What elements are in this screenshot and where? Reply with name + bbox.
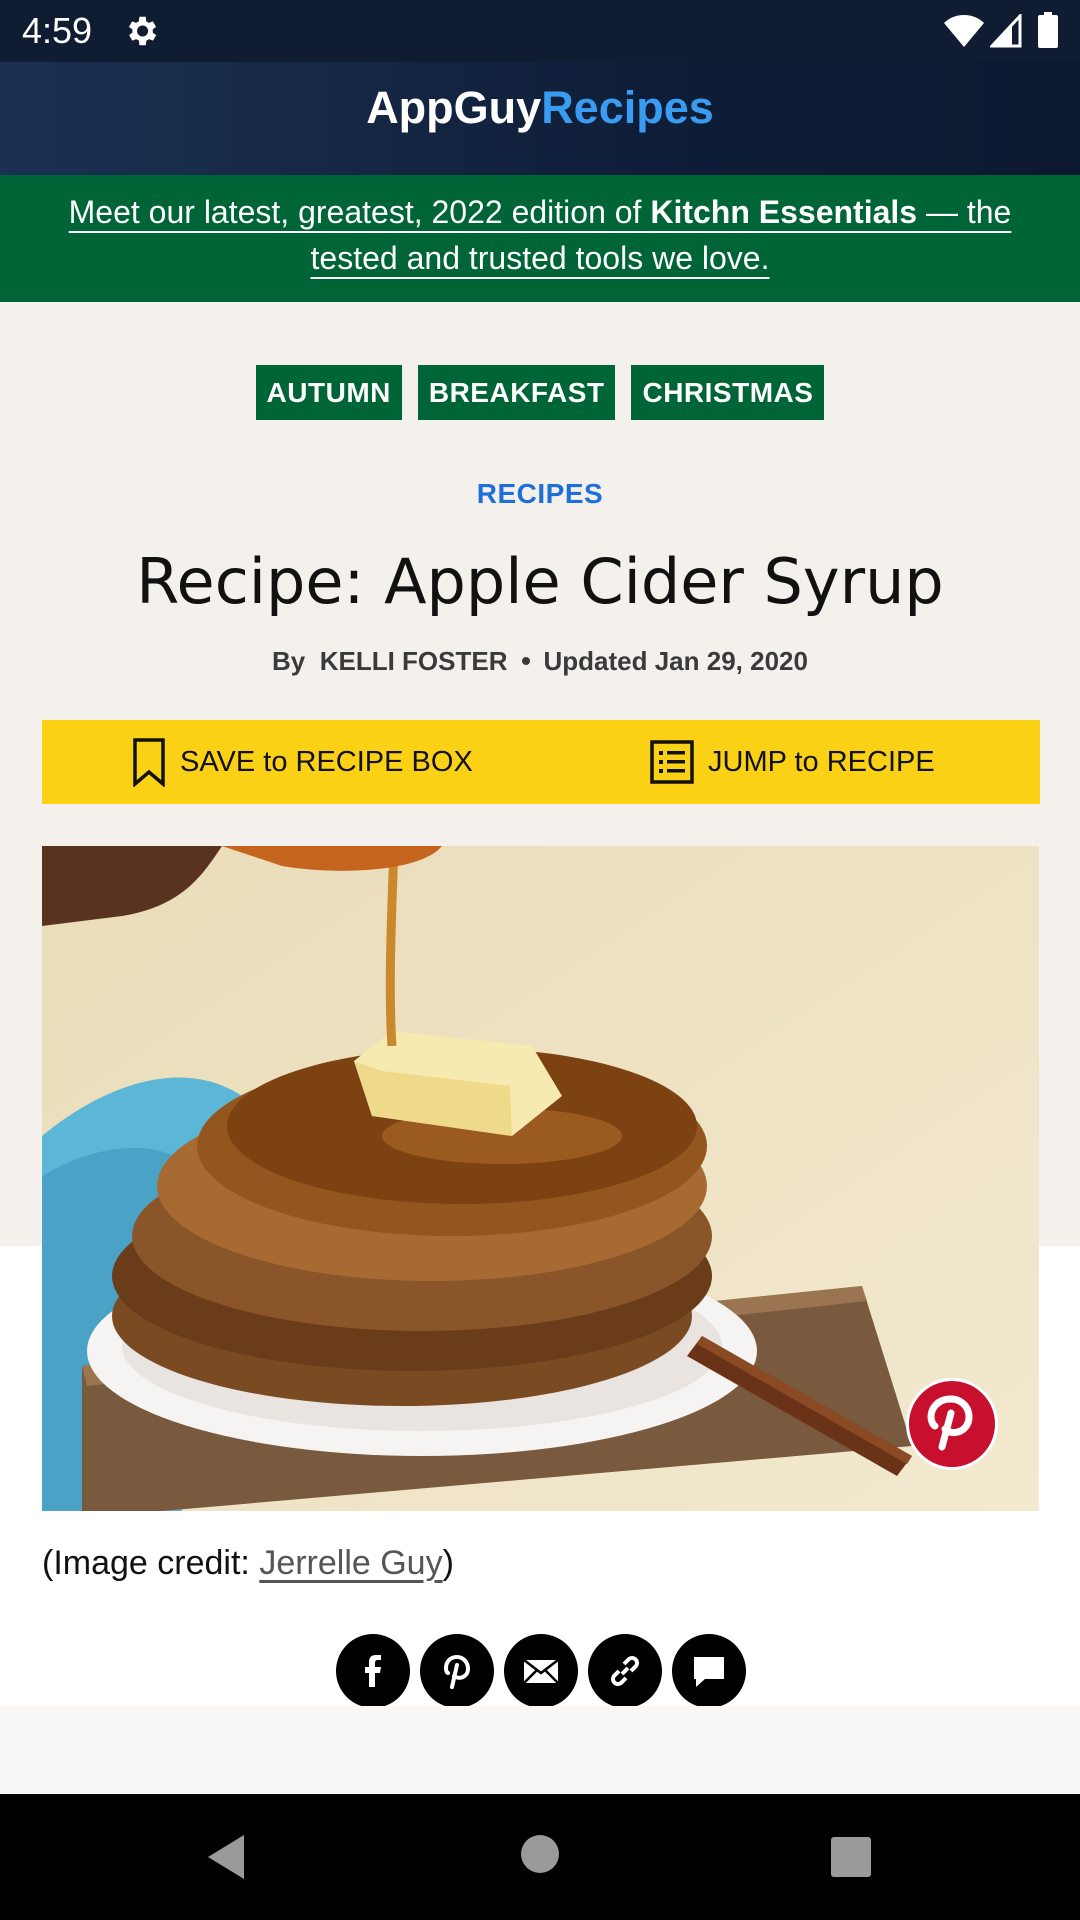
app-bar: AppGuyRecipes — [0, 62, 1080, 175]
author-link[interactable]: KELLI FOSTER — [320, 646, 508, 676]
jump-to-recipe-button[interactable]: JUMP to RECIPE — [650, 720, 935, 804]
credit-prefix: (Image credit: — [42, 1544, 260, 1582]
byline-separator — [521, 657, 530, 666]
credit-suffix: ) — [442, 1544, 454, 1582]
pinterest-icon — [927, 1395, 973, 1451]
recipe-action-bar: SAVE to RECIPE BOX JUMP to RECIPE — [42, 720, 1040, 804]
brand-name-part1: AppGuy — [366, 82, 542, 133]
jump-button-label: JUMP to RECIPE — [708, 745, 935, 778]
pancakes-syrup-photo — [42, 846, 1039, 1511]
brand-name-part2: Recipes — [541, 82, 714, 133]
share-bar — [336, 1634, 756, 1708]
promo-link[interactable]: Meet our latest, greatest, 2022 edition … — [60, 189, 1020, 281]
category-link[interactable]: RECIPES — [0, 478, 1080, 510]
comment-icon — [694, 1657, 724, 1687]
tag-breakfast[interactable]: BREAKFAST — [417, 365, 616, 420]
page-title: Recipe: Apple Cider Syrup — [136, 545, 944, 618]
home-icon[interactable] — [520, 1834, 560, 1874]
share-pinterest-button[interactable] — [420, 1634, 494, 1708]
system-nav-bar — [0, 1794, 1080, 1920]
page-bottom-area — [0, 1706, 1080, 1794]
promo-text-start: Meet our latest, greatest, 2022 edition … — [68, 194, 651, 230]
byline: By KELLI FOSTER Updated Jan 29, 2020 — [0, 646, 1080, 677]
save-to-recipe-box-button[interactable]: SAVE to RECIPE BOX — [132, 720, 473, 804]
link-icon — [611, 1656, 639, 1686]
list-icon — [650, 740, 694, 784]
byline-prefix: By — [272, 646, 306, 676]
tag-list: AUTUMN BREAKFAST CHRISTMAS — [0, 365, 1080, 420]
pinterest-save-button[interactable] — [906, 1378, 998, 1470]
cell-signal-icon — [990, 14, 1022, 48]
image-credit: (Image credit: Jerrelle Guy) — [42, 1544, 454, 1583]
pinterest-icon — [443, 1654, 471, 1689]
promo-text-bold: Kitchn Essentials — [650, 194, 918, 230]
promo-banner: Meet our latest, greatest, 2022 edition … — [0, 175, 1080, 302]
status-bar: 4:59 — [0, 0, 1080, 62]
gear-icon — [128, 16, 157, 46]
updated-date: Updated Jan 29, 2020 — [543, 646, 808, 676]
email-icon — [523, 1659, 559, 1684]
tag-autumn[interactable]: AUTUMN — [255, 365, 402, 420]
save-button-label: SAVE to RECIPE BOX — [180, 745, 473, 778]
facebook-icon — [365, 1655, 381, 1687]
back-icon[interactable] — [204, 1832, 248, 1882]
brand-logo[interactable]: AppGuyRecipes — [366, 82, 714, 134]
hero-image — [42, 846, 1039, 1511]
share-email-button[interactable] — [504, 1634, 578, 1708]
share-comment-button[interactable] — [672, 1634, 746, 1708]
photographer-link[interactable]: Jerrelle Guy — [259, 1544, 442, 1582]
share-facebook-button[interactable] — [336, 1634, 410, 1708]
status-time: 4:59 — [22, 10, 93, 51]
tag-christmas[interactable]: CHRISTMAS — [631, 365, 825, 420]
wifi-icon — [944, 15, 984, 47]
share-link-button[interactable] — [588, 1634, 662, 1708]
battery-icon — [1038, 12, 1058, 48]
recents-icon[interactable] — [830, 1836, 872, 1878]
bookmark-icon — [133, 738, 165, 787]
